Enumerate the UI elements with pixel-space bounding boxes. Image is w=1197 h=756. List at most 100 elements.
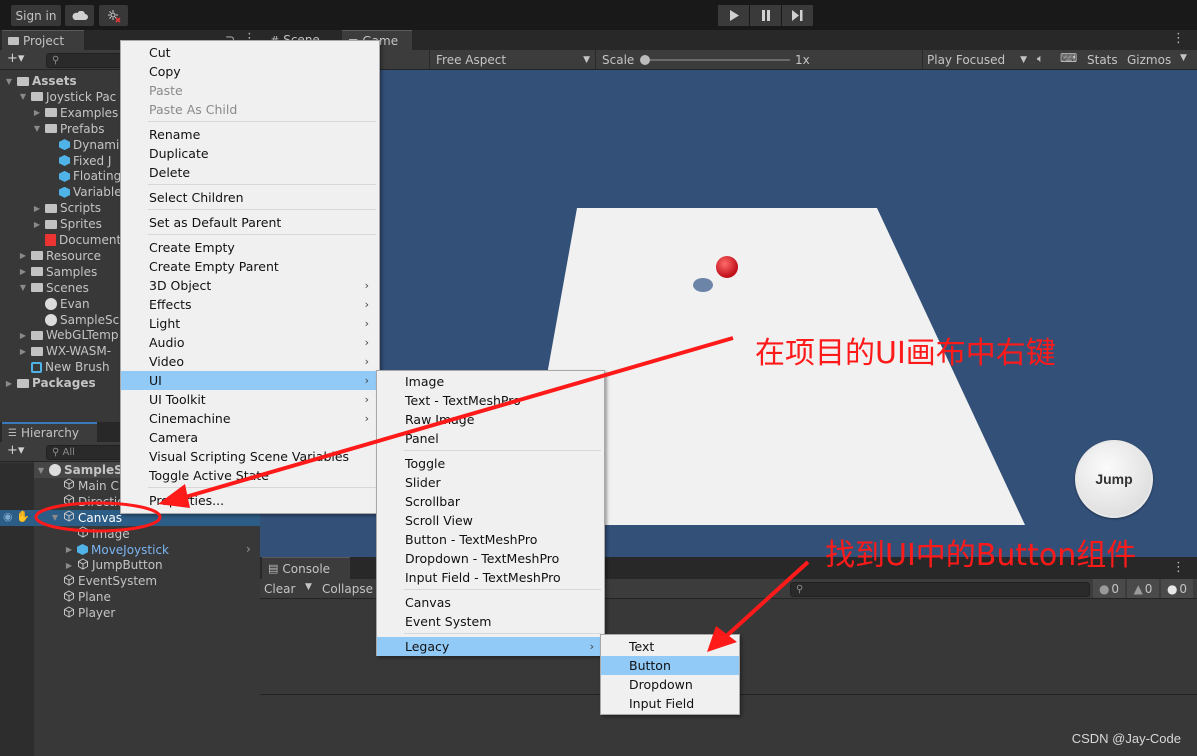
tab-console[interactable]: ▤ Console <box>262 557 350 579</box>
menu-item-paste[interactable]: Paste <box>121 81 379 100</box>
project-tree-item[interactable]: ▶ Sprites <box>32 216 102 232</box>
project-tree-item[interactable]: Dynami <box>46 137 119 153</box>
clear-options-dropdown[interactable]: ▼ <box>305 582 312 592</box>
jump-button[interactable]: Jump <box>1075 440 1153 518</box>
menu-item-effects[interactable]: Effects › <box>121 295 379 314</box>
menu-item-duplicate[interactable]: Duplicate <box>121 144 379 163</box>
console-search-input[interactable]: ⚲ <box>790 582 1090 597</box>
tab-project[interactable]: Project <box>2 30 84 50</box>
project-tree-item[interactable]: ▼ Prefabs <box>32 121 105 137</box>
cloud-button[interactable] <box>65 5 94 26</box>
menu-item-toggle-active-state[interactable]: Toggle Active State <box>121 466 379 485</box>
hierarchy-item[interactable]: Main C <box>50 478 119 494</box>
collapse-arrow-icon[interactable]: ▶ <box>4 379 14 388</box>
menu-item-text[interactable]: Text <box>601 637 739 656</box>
project-tree-item[interactable]: ▶ WX-WASM- <box>18 343 111 359</box>
project-tree-item[interactable]: ▶ Samples <box>18 264 97 280</box>
menu-item-audio[interactable]: Audio › <box>121 333 379 352</box>
project-tree-item[interactable]: ▶ Packages <box>4 375 96 391</box>
aspect-dropdown[interactable]: Free Aspect ▼ <box>436 50 596 69</box>
collapse-arrow-icon[interactable]: ▶ <box>18 331 28 340</box>
collapse-arrow-icon[interactable]: ▶ <box>32 220 42 229</box>
menu-item-properties[interactable]: Properties... <box>121 491 379 510</box>
menu-item-slider[interactable]: Slider <box>377 473 604 492</box>
mute-audio-icon[interactable]: 🔈︎ <box>1037 52 1044 66</box>
project-tree-item[interactable]: ▶ Examples <box>32 105 118 121</box>
menu-item-canvas[interactable]: Canvas <box>377 593 604 612</box>
project-tree-item[interactable]: Fixed J <box>46 153 111 169</box>
collapse-arrow-icon[interactable]: ▶ <box>32 204 42 213</box>
kebab-menu-icon[interactable]: ⋮ <box>1172 31 1185 46</box>
sign-in-button[interactable]: Sign in <box>11 5 61 26</box>
hierarchy-item[interactable]: ▶ MoveJoystick <box>64 542 169 558</box>
collapse-arrow-icon[interactable]: ▶ <box>64 561 74 570</box>
hierarchy-item[interactable]: Image <box>64 526 130 542</box>
menu-item-panel[interactable]: Panel <box>377 429 604 448</box>
visibility-eye-icon[interactable]: ◉ ✋ <box>3 510 30 523</box>
play-mode-dropdown[interactable]: Play Focused ▼ <box>922 50 1032 69</box>
project-tree-item[interactable]: ▶ Scripts <box>32 200 101 216</box>
menu-item-3d-object[interactable]: 3D Object › <box>121 276 379 295</box>
menu-item-button-textmeshpro[interactable]: Button - TextMeshPro <box>377 530 604 549</box>
project-tree-item[interactable]: Floating <box>46 168 121 184</box>
create-button[interactable]: +▾ <box>7 51 24 66</box>
collapse-arrow-icon[interactable]: ▶ <box>64 545 74 554</box>
collapse-arrow-icon[interactable]: ▶ <box>32 108 42 117</box>
pause-button[interactable] <box>750 5 781 26</box>
menu-item-dropdown-textmeshpro[interactable]: Dropdown - TextMeshPro <box>377 549 604 568</box>
project-tree-item[interactable]: Evan <box>32 296 90 312</box>
menu-item-cut[interactable]: Cut <box>121 43 379 62</box>
project-tree-item[interactable]: ▼ Scenes <box>18 280 89 296</box>
menu-item-dropdown[interactable]: Dropdown <box>601 675 739 694</box>
project-tree-item[interactable]: ▶ Resource <box>18 248 101 264</box>
menu-item-ui[interactable]: UI › <box>121 371 379 390</box>
menu-item-toggle[interactable]: Toggle <box>377 454 604 473</box>
gizmos-button[interactable]: Gizmos <box>1127 53 1171 67</box>
expand-arrow-icon[interactable]: ▼ <box>32 124 42 133</box>
menu-item-create-empty-parent[interactable]: Create Empty Parent <box>121 257 379 276</box>
hierarchy-item[interactable]: ▼ SampleS <box>36 462 123 478</box>
menu-item-image[interactable]: Image <box>377 372 604 391</box>
project-tree-item[interactable]: New Brush <box>18 359 110 375</box>
menu-item-scrollbar[interactable]: Scrollbar <box>377 492 604 511</box>
menu-item-rename[interactable]: Rename <box>121 125 379 144</box>
menu-item-cinemachine[interactable]: Cinemachine › <box>121 409 379 428</box>
menu-item-input-field-textmeshpro[interactable]: Input Field - TextMeshPro <box>377 568 604 587</box>
hierarchy-item[interactable]: Directio <box>50 494 125 510</box>
open-prefab-chevron-icon[interactable]: › <box>246 542 251 556</box>
expand-arrow-icon[interactable]: ▼ <box>50 513 60 522</box>
gizmos-dropdown-icon[interactable]: ▼ <box>1180 53 1187 63</box>
menu-item-event-system[interactable]: Event System <box>377 612 604 631</box>
menu-item-light[interactable]: Light › <box>121 314 379 333</box>
hierarchy-item[interactable]: ▼ Canvas <box>50 510 122 526</box>
log-filter-toggle[interactable]: ● 0 <box>1093 579 1125 598</box>
menu-item-input-field[interactable]: Input Field <box>601 694 739 713</box>
project-tree-item[interactable]: ▼ Joystick Pac <box>18 89 116 105</box>
menu-item-create-empty[interactable]: Create Empty <box>121 238 379 257</box>
expand-arrow-icon[interactable]: ▼ <box>36 466 46 475</box>
collapse-arrow-icon[interactable]: ▶ <box>18 267 28 276</box>
kebab-menu-icon[interactable]: ⋮ <box>1172 560 1185 575</box>
menu-item-paste-as-child[interactable]: Paste As Child <box>121 100 379 119</box>
hierarchy-item[interactable]: Player <box>50 605 115 621</box>
menu-item-camera[interactable]: Camera <box>121 428 379 447</box>
slider-thumb[interactable] <box>640 55 650 65</box>
collapse-arrow-icon[interactable]: ▶ <box>18 251 28 260</box>
create-button[interactable]: +▾ <box>7 443 24 458</box>
project-tree-item[interactable]: ▶ WebGLTemp <box>18 327 119 343</box>
hierarchy-item[interactable]: EventSystem <box>50 573 157 589</box>
hierarchy-item[interactable]: ▶ JumpButton <box>64 557 163 573</box>
menu-item-visual-scripting-scene-variables[interactable]: Visual Scripting Scene Variables <box>121 447 379 466</box>
step-button[interactable] <box>782 5 813 26</box>
error-filter-toggle[interactable]: ● 0 <box>1161 579 1193 598</box>
menu-item-text-textmeshpro[interactable]: Text - TextMeshPro <box>377 391 604 410</box>
project-tree-item[interactable]: Document <box>32 232 121 248</box>
expand-arrow-icon[interactable]: ▼ <box>18 92 28 101</box>
menu-item-delete[interactable]: Delete <box>121 163 379 182</box>
collab-button[interactable] <box>99 5 128 26</box>
menu-item-select-children[interactable]: Select Children <box>121 188 379 207</box>
scale-slider[interactable] <box>640 55 790 65</box>
keyboard-icon[interactable]: ⌨ <box>1060 51 1077 65</box>
menu-item-set-as-default-parent[interactable]: Set as Default Parent <box>121 213 379 232</box>
menu-item-legacy[interactable]: Legacy › <box>377 636 604 656</box>
